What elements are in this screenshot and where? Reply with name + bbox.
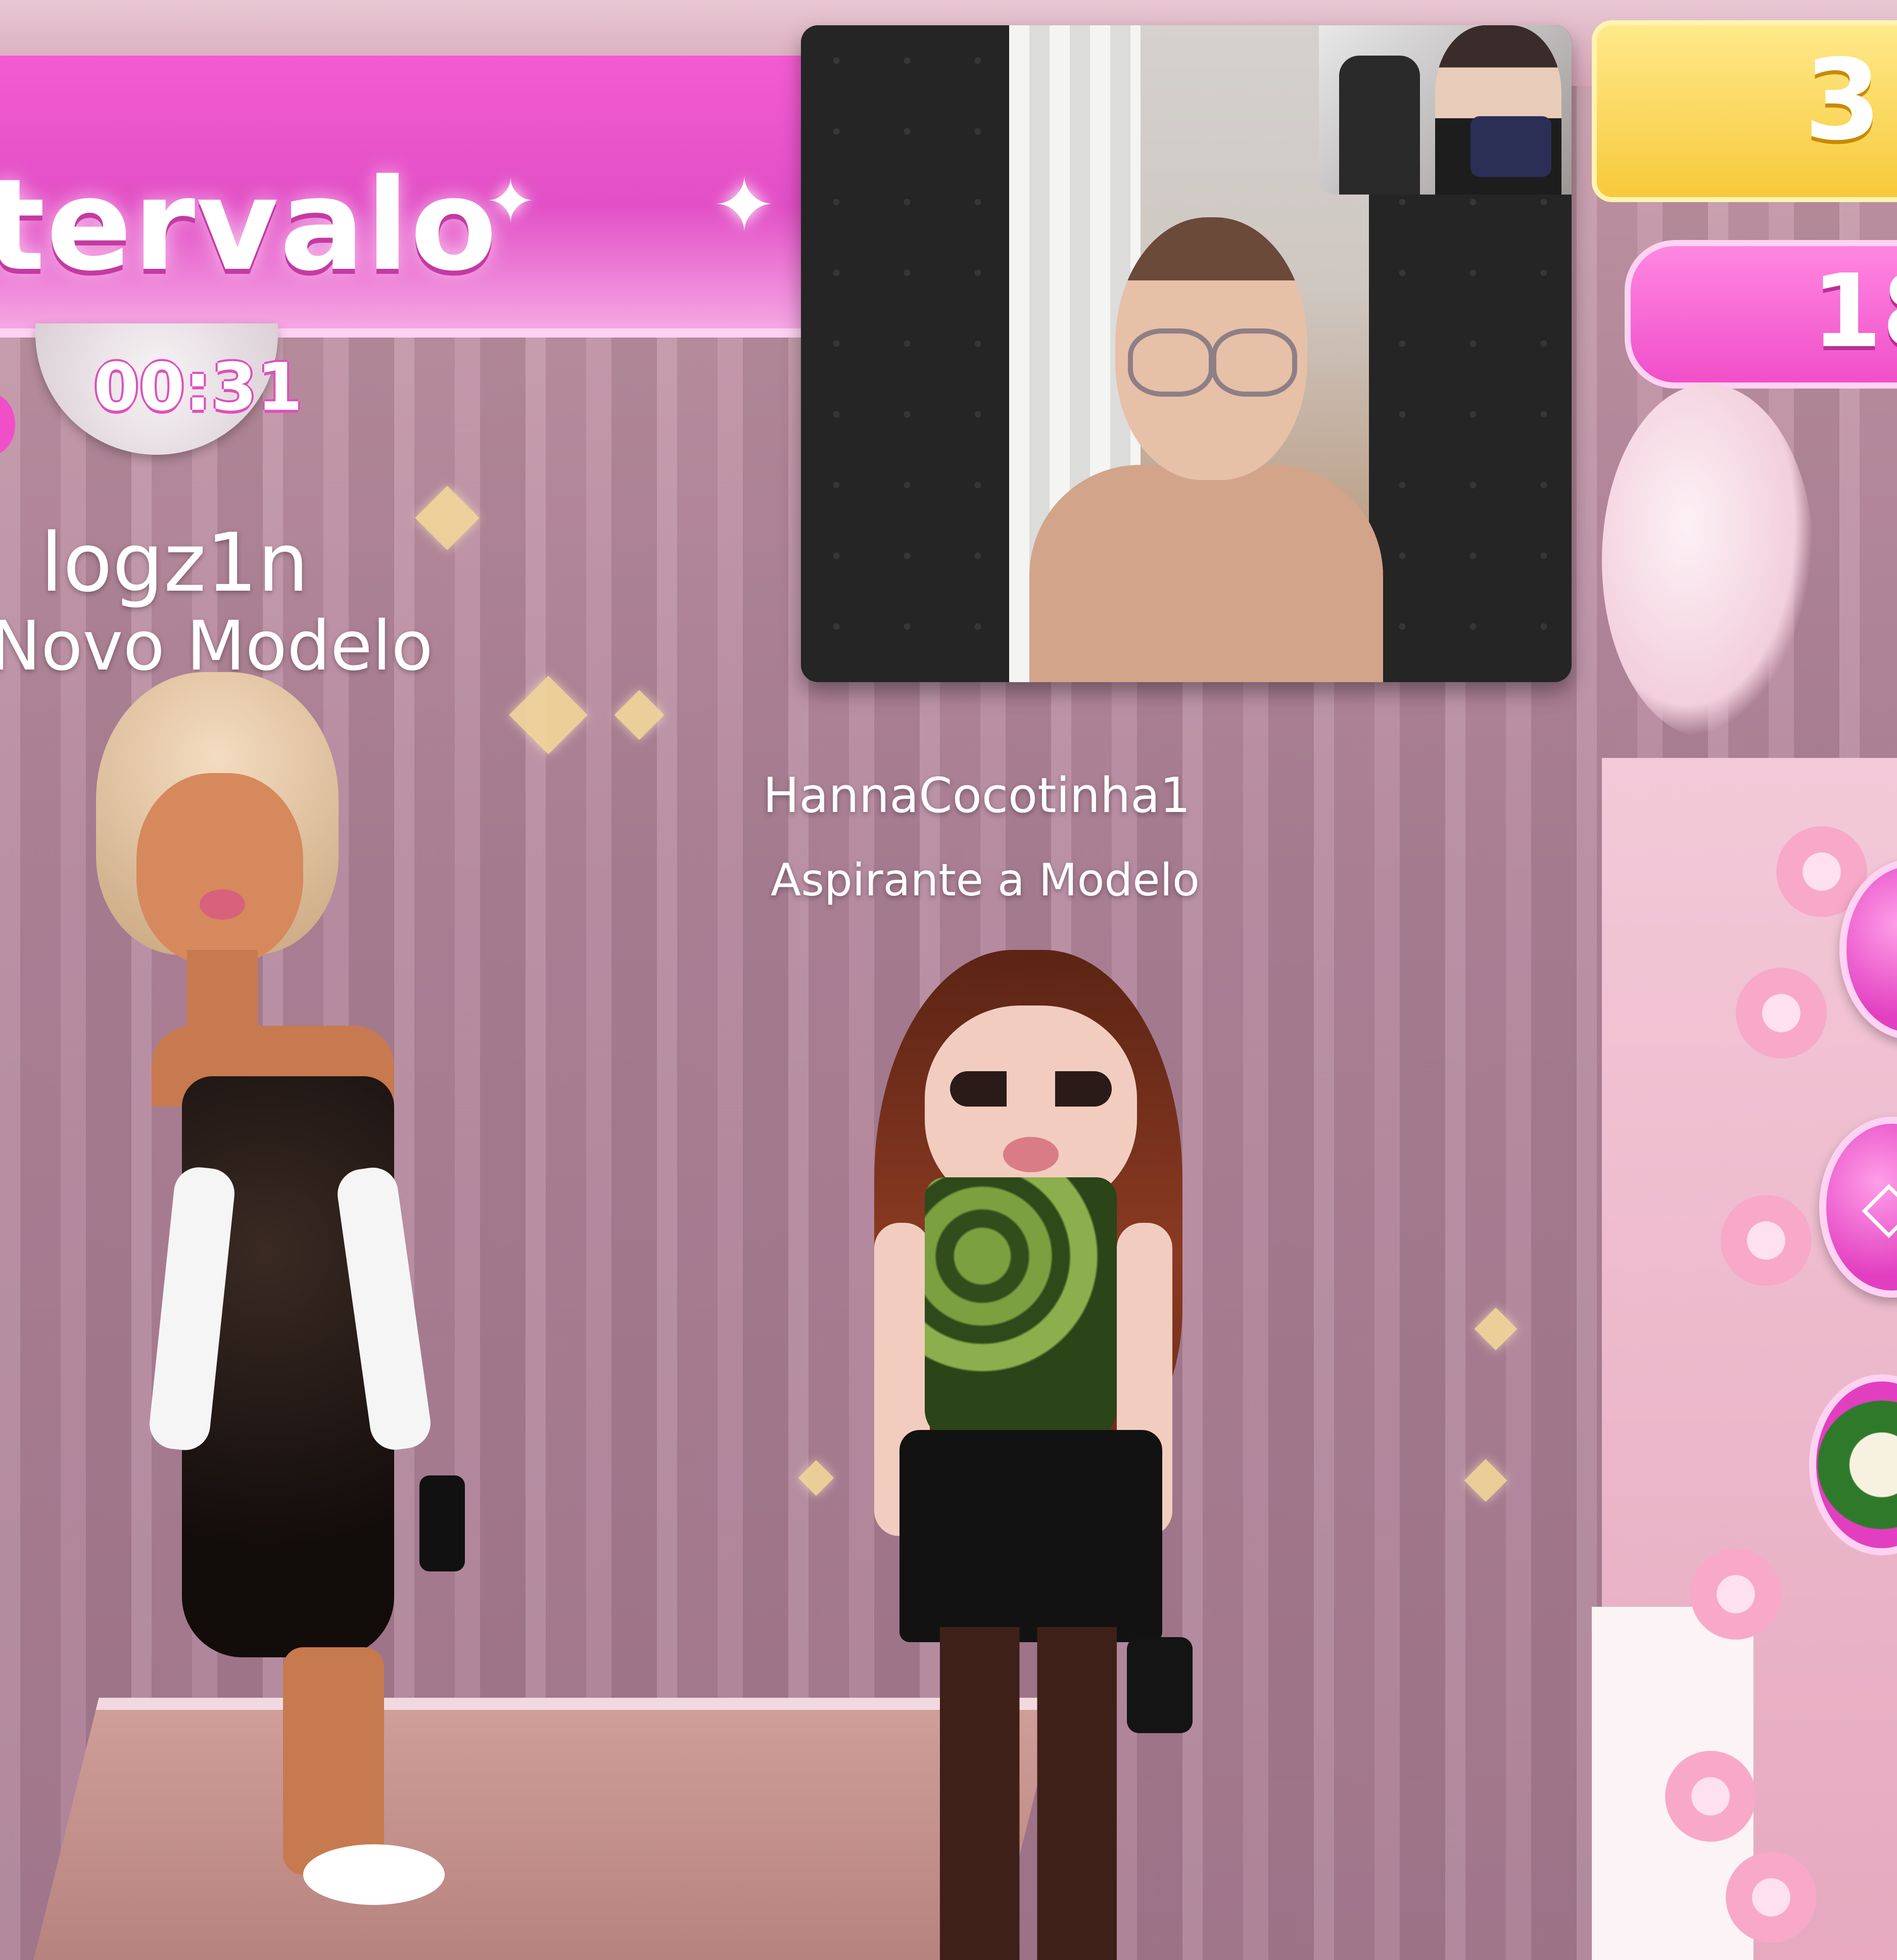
sparkle-icon: ✦ [713, 162, 776, 250]
flower-decoration [1657, 1743, 1764, 1849]
flower-decoration [1683, 1541, 1789, 1647]
green-halter-top [925, 1177, 1117, 1440]
black-mini-skirt [899, 1430, 1162, 1642]
round-phase-title: tervalo [0, 152, 498, 299]
avatar-lips [1003, 1137, 1059, 1172]
confetti-piece [798, 1460, 834, 1496]
phone-icon [1471, 116, 1551, 177]
flower-decoration [1718, 1844, 1824, 1950]
flower-decoration [1728, 960, 1834, 1066]
white-heels [303, 1844, 445, 1905]
avatar-lips [200, 889, 245, 920]
confetti-piece [415, 486, 480, 550]
person-body [1029, 465, 1383, 682]
flower-decoration [1713, 1187, 1819, 1294]
video-call-window[interactable] [801, 25, 1572, 682]
confetti-piece [1474, 1307, 1517, 1351]
coin-count: 3 [1804, 35, 1882, 165]
handbag-icon [1127, 1637, 1193, 1733]
gem-count: 18 [1812, 253, 1897, 370]
sparkle-icon: ✦ [485, 167, 536, 237]
chair-shape [1339, 56, 1420, 195]
pink-edge-button[interactable] [0, 394, 15, 455]
player-2-rank: Aspirante a Modelo [771, 854, 1200, 906]
main-video-feed [1009, 25, 1383, 682]
feather-decoration [1602, 384, 1814, 738]
confetti-piece [614, 690, 665, 740]
confetti-piece [1464, 1459, 1507, 1502]
avatar-eyes [950, 1071, 1112, 1107]
handbag-icon [419, 1475, 465, 1571]
confetti-piece [509, 676, 588, 754]
player-2-name: HannaCocotinha1 [763, 768, 1191, 824]
glasses-icon [1211, 328, 1297, 397]
shoe-icon: ◇ [1862, 1164, 1897, 1247]
avatar-face [136, 773, 303, 965]
avatar-legs [283, 1647, 384, 1875]
glasses-icon [1128, 328, 1214, 397]
avatar-legs-tights [940, 1627, 1117, 1960]
game-stage: tervalo ✦ ✦ 00:31 3 18 logz1n Novo Model… [0, 0, 1897, 1960]
player-1-name: logz1n [40, 515, 309, 610]
round-timer: 00:31 [93, 349, 303, 425]
self-view-pip[interactable] [1319, 25, 1572, 195]
runway-platform [25, 1698, 1059, 1960]
